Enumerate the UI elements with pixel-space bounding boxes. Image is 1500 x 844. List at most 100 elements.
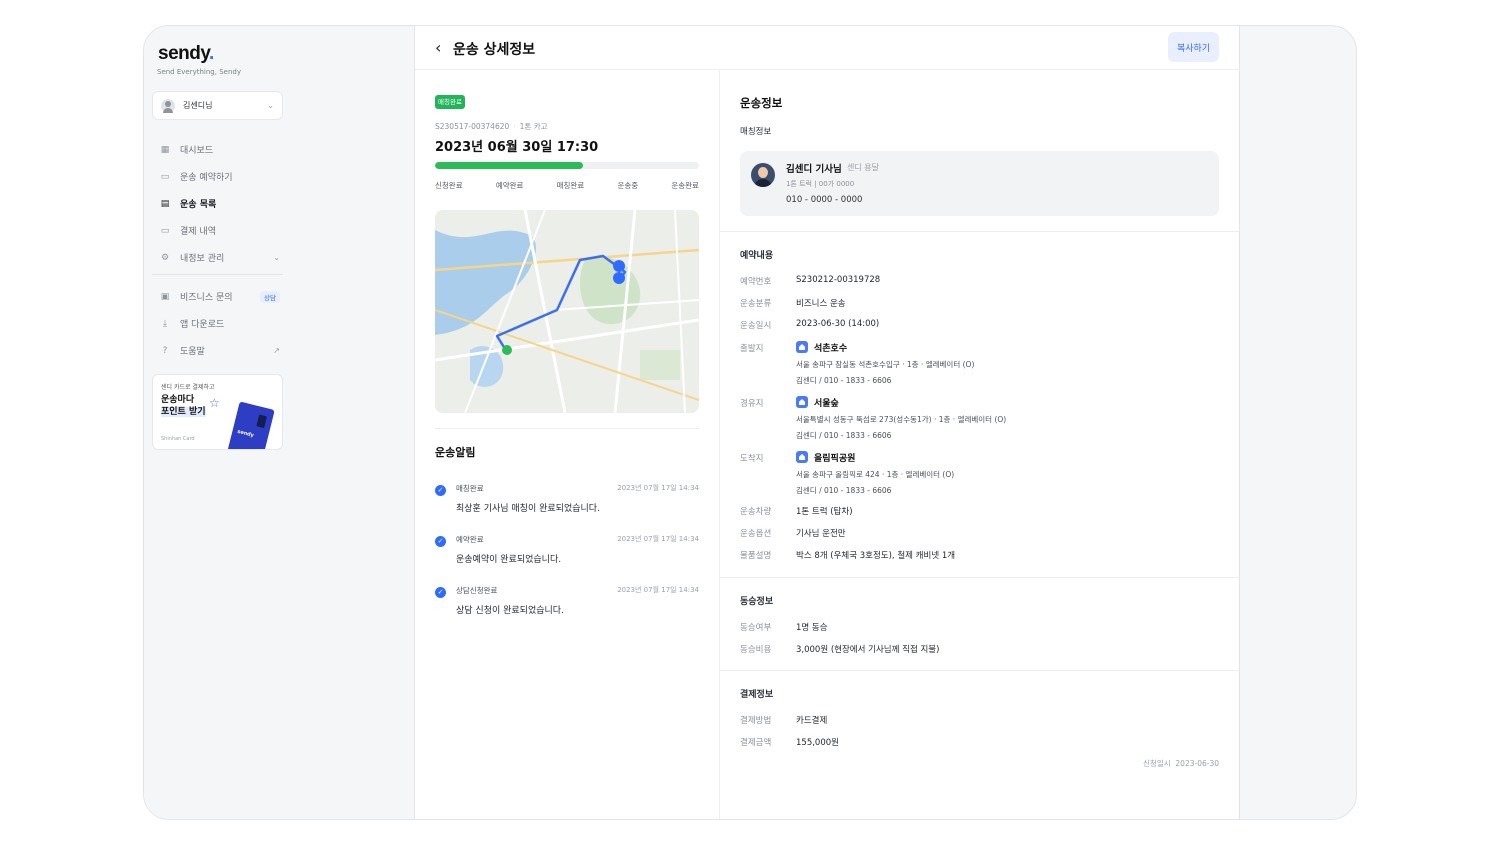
- nav-item-transport-list[interactable]: ▤ 운송 목록: [160, 190, 280, 217]
- nav-item-help[interactable]: ? 도움말 ↗: [160, 337, 280, 364]
- user-menu[interactable]: 김센디님 ⌄: [152, 91, 283, 120]
- nav-item-reserve[interactable]: ▭ 운송 예약하기: [160, 163, 280, 190]
- nav-item-business-inquiry[interactable]: ▣ 비즈니스 문의 상담: [160, 283, 280, 310]
- notification-message: 운송예약이 완료되었습니다.: [456, 555, 562, 565]
- nav-item-my-info[interactable]: ⚙ 내정보 관리 ⌄: [160, 244, 280, 271]
- sidebar: sendy. Send Everything, Sendy 김센디님 ⌄ ▦ 대…: [144, 26, 294, 819]
- nav-item-payments[interactable]: ▭ 결제 내역: [160, 217, 280, 244]
- promo-subtitle: 센디 카드로 결제하고: [161, 384, 215, 391]
- reservation-row: 운송분류 비즈니스 운송: [740, 299, 846, 309]
- gear-icon: ⚙: [160, 252, 170, 263]
- section-title: 예약내용: [740, 251, 774, 261]
- order-number: S230517-00374620: [435, 122, 510, 131]
- transport-info-section: 운송정보 매칭정보 김센디 기사님 센디 용달 1톤 트럭 | 00가 0000…: [720, 70, 1239, 232]
- nav-label: 운송 목록: [180, 200, 217, 210]
- progress-steps: 신청완료 예약완료 매칭완료 운송중 운송완료: [435, 180, 699, 191]
- order-meta: S230517-00374620 · 1톤 카고: [435, 122, 548, 131]
- grid-icon: ▦: [160, 144, 170, 155]
- step-label: 예약완료: [495, 181, 524, 190]
- progress-fill: [435, 162, 583, 169]
- credit-card-icon: ▭: [160, 225, 170, 236]
- rideshare-row: 동승여부 1명 동승: [740, 623, 828, 633]
- credit-card-image: sendy: [227, 401, 275, 449]
- copy-button[interactable]: 복사하기: [1168, 32, 1219, 62]
- step-label: 운송중: [617, 181, 639, 190]
- chevron-down-icon: ⌄: [273, 253, 280, 262]
- page-title: 운송 상세정보: [453, 42, 536, 58]
- route-map[interactable]: [435, 210, 699, 413]
- nav-label: 비즈니스 문의: [180, 293, 233, 303]
- cargo-type: 1톤 카고: [519, 122, 548, 131]
- notification-time: 2023년 07월 17일 14:34: [617, 484, 699, 492]
- promo-banner[interactable]: 센디 카드로 결제하고 운송마다 포인트 받기 ☆ Shinhan Card s…: [152, 374, 283, 450]
- tagline: Send Everything, Sendy: [157, 68, 241, 76]
- rideshare-section: 동승정보 동승여부 1명 동승 동승비용 3,000원 (현장에서 기사님께 직접 …: [720, 578, 1239, 671]
- applied-date: 신청일시 2023-06-30: [1143, 759, 1219, 768]
- step-label: 신청완료: [435, 181, 463, 190]
- payment-row: 결제금액 155,000원: [740, 738, 839, 748]
- nav-label: 결제 내역: [180, 227, 216, 237]
- user-icon: [161, 98, 175, 113]
- map-svg: [435, 210, 699, 413]
- notification-message: 최상훈 기사님 매칭이 완료되었습니다.: [456, 504, 600, 514]
- nav-label: 도움말: [180, 347, 205, 357]
- status-badge: 매칭완료: [435, 95, 465, 109]
- reservation-row: 운송차량 1톤 트럭 (탑차): [740, 507, 853, 517]
- logo[interactable]: sendy.: [158, 43, 214, 65]
- external-link-icon: ↗: [273, 346, 280, 355]
- notification-status: 상담신청완료: [456, 586, 498, 595]
- reservation-row: 운송옵션 기사님 운전만: [740, 529, 846, 539]
- driver-avatar: [751, 163, 775, 187]
- reservation-section: 예약내용 예약번호 S230212-00319728 운송분류 비즈니스 운송 운송…: [720, 232, 1239, 578]
- divider: [435, 428, 699, 429]
- home-icon: [796, 396, 808, 408]
- star-icon: ☆: [209, 396, 220, 410]
- list-icon: ▤: [160, 198, 170, 209]
- driver-card: 김센디 기사님 센디 용달 1톤 트럭 | 00가 0000 010 - 000…: [740, 151, 1219, 216]
- secondary-nav: ▣ 비즈니스 문의 상담 ⤓ 앱 다운로드 ? 도움말 ↗: [160, 283, 280, 364]
- help-icon: ?: [162, 345, 168, 356]
- main-nav: ▦ 대시보드 ▭ 운송 예약하기 ▤ 운송 목록 ▭ 결제 내역 ⚙ 내정보 관…: [160, 136, 280, 271]
- home-icon: [796, 451, 808, 463]
- notification-item: ✓ 예약완료 2023년 07월 17일 14:34 운송예약이 완료되었습니다…: [435, 534, 699, 574]
- chevron-down-icon: ⌄: [267, 101, 274, 110]
- notification-message: 상담 신청이 완료되었습니다.: [456, 606, 564, 616]
- section-title: 운송정보: [740, 96, 783, 110]
- user-name: 김센디님: [183, 101, 213, 110]
- driver-truck: 1톤 트럭 | 00가 0000: [786, 180, 855, 188]
- nav-label: 앱 다운로드: [180, 320, 225, 330]
- driver-company: 센디 용달: [847, 163, 879, 172]
- order-summary: 매칭완료 S230517-00374620 · 1톤 카고 2023년 06월 30…: [415, 70, 720, 819]
- promo-brand: Shinhan Card: [161, 436, 195, 442]
- section-title: 동승정보: [740, 597, 774, 607]
- divider: [152, 274, 283, 275]
- notification-item: ✓ 매칭완료 2023년 07월 17일 14:34 최상훈 기사님 매칭이 완…: [435, 483, 699, 523]
- step-label: 매칭완료: [556, 181, 585, 190]
- section-title: 결제정보: [740, 690, 774, 700]
- notifications-title: 운송알림: [435, 446, 476, 459]
- main-panel: ‹ 운송 상세정보 복사하기 매칭완료 S230517-00374620 · 1톤 …: [414, 26, 1240, 819]
- check-icon: ✓: [435, 536, 446, 547]
- progress-bar: [435, 162, 699, 169]
- nav-item-dashboard[interactable]: ▦ 대시보드: [160, 136, 280, 163]
- reservation-row: 운송일시 2023-06-30 (14:00): [740, 319, 880, 331]
- payment-row: 결제방법 카드결제: [740, 716, 828, 726]
- home-icon: [796, 341, 808, 353]
- back-arrow-icon[interactable]: ‹: [435, 38, 441, 57]
- notification-time: 2023년 07월 17일 14:34: [617, 535, 699, 543]
- check-icon: ✓: [435, 485, 446, 496]
- transport-details: 운송정보 매칭정보 김센디 기사님 센디 용달 1톤 트럭 | 00가 0000…: [720, 70, 1239, 819]
- order-datetime: 2023년 06월 30일 17:30: [435, 140, 599, 155]
- rideshare-row: 동승비용 3,000원 (현장에서 기사님께 직접 지불): [740, 645, 940, 655]
- driver-name: 김센디 기사님: [786, 164, 842, 175]
- consult-badge: 상담: [260, 290, 280, 303]
- nav-item-app-download[interactable]: ⤓ 앱 다운로드: [160, 310, 280, 337]
- nav-label: 운송 예약하기: [180, 173, 233, 183]
- notification-item: ✓ 상담신청완료 2023년 07월 17일 14:34 상담 신청이 완료되었…: [435, 585, 699, 625]
- nav-label: 내정보 관리: [180, 254, 225, 264]
- step-label: 운송완료: [671, 181, 699, 190]
- nav-label: 대시보드: [180, 146, 214, 156]
- notification-status: 매칭완료: [456, 484, 484, 493]
- driver-phone[interactable]: 010 - 0000 - 0000: [786, 195, 862, 205]
- reservation-row: 예약번호 S230212-00319728: [740, 275, 881, 287]
